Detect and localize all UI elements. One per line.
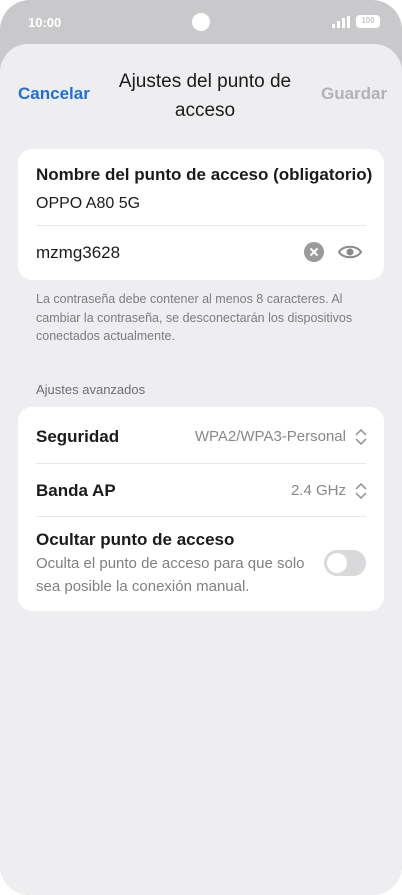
hotspot-credentials-card: Nombre del punto de acceso (obligatorio)… xyxy=(18,149,384,280)
eye-icon[interactable] xyxy=(338,242,362,262)
signal-icon xyxy=(332,16,350,28)
status-time: 10:00 xyxy=(28,15,62,30)
clear-icon[interactable] xyxy=(304,242,324,262)
battery-icon: 100 xyxy=(356,15,380,28)
security-value: WPA2/WPA3-Personal xyxy=(194,428,346,445)
security-label: Seguridad xyxy=(36,427,120,446)
divider xyxy=(36,516,366,517)
hotspot-name-field[interactable]: OPPO A80 5G xyxy=(36,195,140,213)
up-down-chevron-icon xyxy=(355,428,367,446)
band-value: 2.4 GHz xyxy=(290,482,346,499)
divider xyxy=(36,225,366,226)
password-hint: La contraseña debe contener al menos 8 c… xyxy=(36,292,353,343)
page-title: Ajustes del punto de acceso xyxy=(118,71,292,121)
cancel-button[interactable]: Cancelar xyxy=(18,84,90,104)
toggle-knob xyxy=(327,553,347,573)
divider xyxy=(36,463,366,464)
hotspot-name-label: Nombre del punto de acceso (obligatorio) xyxy=(36,165,373,184)
save-button[interactable]: Guardar xyxy=(321,84,387,104)
hide-hotspot-toggle[interactable] xyxy=(324,550,366,576)
camera-cutout xyxy=(192,13,210,31)
phone-screen: 10:00 100 Cancelar Ajustes del punto de … xyxy=(0,0,402,895)
hide-hotspot-description: Oculta el punto de acceso para que solo … xyxy=(36,555,305,595)
advanced-section-label: Ajustes avanzados xyxy=(36,382,146,397)
up-down-chevron-icon xyxy=(355,482,367,500)
band-label: Banda AP xyxy=(36,481,116,500)
hotspot-settings-sheet: Cancelar Ajustes del punto de acceso Gua… xyxy=(0,44,402,895)
password-field[interactable]: mzmg3628 xyxy=(36,243,120,263)
advanced-settings-card: Seguridad WPA2/WPA3-Personal Banda AP 2.… xyxy=(18,407,384,611)
status-bar: 10:00 100 xyxy=(0,0,402,45)
hide-hotspot-label: Ocultar punto de acceso xyxy=(36,530,235,549)
